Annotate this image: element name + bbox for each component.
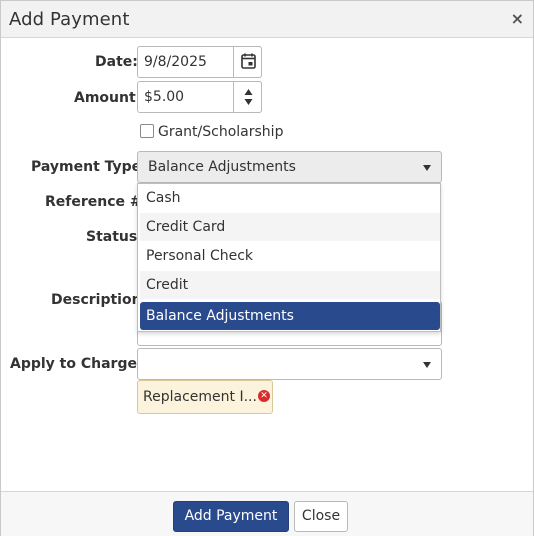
amount-value: $5.00 xyxy=(144,89,185,105)
option-label: Cash xyxy=(146,190,181,206)
payment-type-option[interactable]: Credit Card xyxy=(140,213,440,241)
amount-stepper[interactable] xyxy=(233,81,262,113)
dialog-footer: Add Payment Close xyxy=(1,491,533,536)
dialog-titlebar: Add Payment × xyxy=(1,1,533,38)
payment-type-option[interactable]: Personal Check xyxy=(140,242,440,270)
description-label: Description: xyxy=(51,292,148,308)
chevron-down-icon xyxy=(423,362,431,368)
date-label: Date: xyxy=(95,54,138,70)
grant-scholarship-label: Grant/Scholarship xyxy=(158,124,284,140)
add-payment-button[interactable]: Add Payment xyxy=(173,501,289,532)
calendar-button[interactable] xyxy=(233,46,262,78)
charge-tag-label: Replacement I... xyxy=(143,389,257,405)
payment-type-option[interactable]: Credit xyxy=(140,271,440,299)
date-field[interactable]: 9/8/2025 xyxy=(137,46,262,78)
apply-to-charges-label: Apply to Charges: xyxy=(10,356,151,372)
close-icon[interactable]: × xyxy=(511,10,524,28)
date-value: 9/8/2025 xyxy=(144,54,207,70)
option-label: Personal Check xyxy=(146,248,254,264)
charge-tag: Replacement I... ✕ xyxy=(137,380,273,414)
stepper-arrows-icon xyxy=(244,89,253,105)
grant-scholarship-checkbox[interactable] xyxy=(140,124,154,138)
status-label: Status: xyxy=(86,229,143,245)
apply-to-charges-select[interactable] xyxy=(137,348,442,380)
amount-field[interactable]: $5.00 xyxy=(137,81,262,113)
dialog-title: Add Payment xyxy=(9,9,130,30)
payment-type-label: Payment Type: xyxy=(31,159,147,175)
option-label: Balance Adjustments xyxy=(146,308,294,324)
close-button[interactable]: Close xyxy=(294,501,348,532)
payment-type-select[interactable]: Balance Adjustments xyxy=(137,151,442,183)
amount-label: Amount: xyxy=(74,90,142,106)
add-payment-dialog: Add Payment × Date: 9/8/2025 Amount: $5.… xyxy=(0,0,534,536)
remove-icon[interactable]: ✕ xyxy=(258,390,270,402)
reference-label: Reference #: xyxy=(45,194,148,210)
payment-type-value: Balance Adjustments xyxy=(148,159,296,175)
chevron-down-icon xyxy=(423,165,431,171)
payment-type-dropdown: Cash Credit Card Personal Check Credit B… xyxy=(137,183,441,332)
payment-type-option-selected[interactable]: Balance Adjustments xyxy=(140,302,440,330)
calendar-icon xyxy=(241,53,256,69)
option-label: Credit xyxy=(146,277,189,293)
payment-type-option[interactable]: Cash xyxy=(140,184,440,212)
option-label: Credit Card xyxy=(146,219,226,235)
